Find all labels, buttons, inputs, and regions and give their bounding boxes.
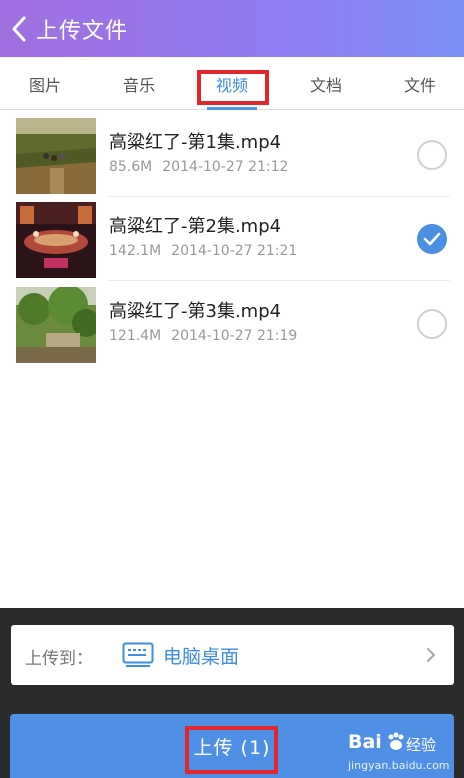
list-item-file-2[interactable]: 高粱红了-第2集.mp4 142.1M 2014-10-27 21:21 [0, 197, 464, 281]
upload-destination-row[interactable]: 上传到： 电脑桌面 [11, 625, 454, 685]
file-meta: 85.6M 2014-10-27 21:12 [109, 159, 288, 175]
video-thumbnail-1 [16, 118, 96, 194]
destination-value: 电脑桌面 [163, 646, 240, 668]
tab-highlight-annotation [197, 70, 269, 105]
video-thumbnail-3 [16, 285, 100, 363]
destination-label: 上传到： [25, 649, 93, 669]
file-date: 2014-10-27 21:12 [162, 159, 289, 175]
list-item-file-1[interactable]: 高粱红了-第1集.mp4 85.6M 2014-10-27 21:12 [0, 113, 464, 197]
file-meta: 121.4M 2014-10-27 21:19 [109, 328, 297, 344]
file-name: 高粱红了-第3集.mp4 [109, 301, 282, 322]
tab-music[interactable]: 音乐 [99, 57, 179, 110]
select-radio-3[interactable] [417, 309, 447, 339]
select-radio-2[interactable] [417, 224, 447, 254]
tab-images[interactable]: 图片 [5, 57, 85, 110]
upload-highlight-annotation [185, 726, 278, 774]
file-size: 85.6M [109, 159, 153, 175]
file-date: 2014-10-27 21:21 [171, 243, 298, 259]
chevron-left-icon[interactable] [2, 0, 36, 57]
file-name: 高粱红了-第1集.mp4 [109, 132, 282, 153]
header-bar: 上传文件 [0, 0, 464, 57]
baidu-watermark: Bai 经验 jingyan.baidu.com [348, 731, 458, 776]
active-tab-indicator [207, 107, 257, 110]
watermark-url: jingyan.baidu.com [348, 759, 450, 772]
video-thumbnail-2 [16, 202, 96, 278]
chevron-right-icon [424, 645, 438, 665]
check-icon [423, 232, 441, 246]
paw-icon [386, 732, 406, 758]
file-meta: 142.1M 2014-10-27 21:21 [109, 243, 297, 259]
file-name: 高粱红了-第2集.mp4 [109, 216, 282, 237]
page-title: 上传文件 [36, 18, 129, 44]
list-item-file-3[interactable]: 高粱红了-第3集.mp4 121.4M 2014-10-27 21:19 [0, 282, 464, 366]
upload-file-screen: 上传文件 图片 音乐 视频 文档 文件 高粱红了-第1集.mp4 85.6M 2… [0, 0, 464, 778]
file-size: 121.4M [109, 328, 162, 344]
file-size: 142.1M [109, 243, 162, 259]
select-radio-1[interactable] [417, 140, 447, 170]
watermark-brand-cn: 经验 [406, 736, 437, 754]
divider [108, 280, 450, 281]
computer-icon [122, 642, 154, 668]
tab-files[interactable]: 文件 [380, 57, 460, 110]
file-date: 2014-10-27 21:19 [171, 328, 298, 344]
watermark-brand: Bai [348, 731, 382, 753]
tab-documents[interactable]: 文档 [286, 57, 366, 110]
